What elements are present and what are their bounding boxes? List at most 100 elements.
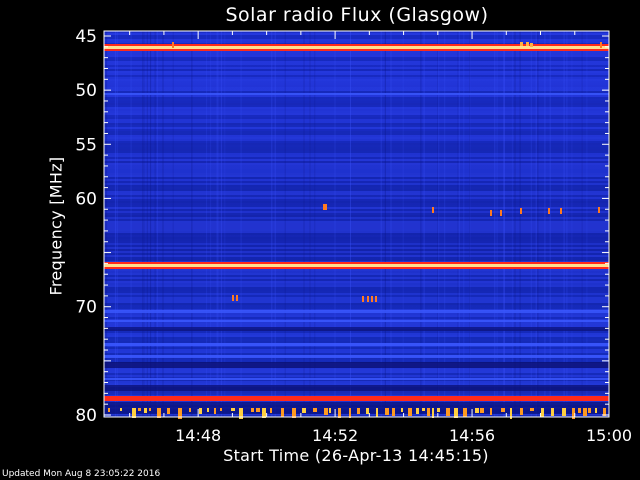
texture-stripe	[104, 279, 609, 281]
texture-stripe	[104, 307, 609, 309]
texture-streak	[334, 31, 336, 417]
burst-mark	[526, 42, 529, 46]
texture-stripe	[104, 155, 609, 157]
texture-stripe	[104, 305, 609, 307]
texture-stripe	[104, 71, 609, 73]
texture-streak	[463, 31, 465, 417]
burst-mark	[392, 408, 395, 416]
texture-streak	[172, 31, 174, 417]
texture-stripe	[104, 37, 609, 39]
texture-stripe	[104, 55, 609, 57]
burst-mark	[120, 408, 122, 411]
texture-stripe	[104, 323, 609, 325]
texture-stripe	[104, 175, 609, 177]
x-tick-label: 14:52	[312, 426, 358, 445]
texture-stripe	[104, 285, 609, 287]
texture-streak	[240, 31, 242, 417]
texture-stripe	[104, 95, 609, 97]
texture-stripe	[104, 161, 609, 163]
burst-mark	[214, 408, 216, 414]
blue-band	[104, 343, 609, 346]
texture-stripe	[104, 233, 609, 235]
texture-stripe	[104, 67, 609, 69]
burst-mark	[490, 408, 492, 415]
texture-streak	[150, 31, 152, 417]
texture-streak	[130, 31, 132, 417]
texture-stripe	[104, 195, 609, 197]
y-tick-label: 45	[75, 27, 97, 47]
texture-stripe	[104, 145, 609, 147]
texture-stripe	[104, 221, 609, 223]
spectrogram-area	[104, 31, 609, 419]
texture-stripe	[104, 295, 609, 297]
texture-streak	[390, 31, 392, 417]
texture-stripe	[104, 91, 609, 93]
burst-mark	[588, 408, 591, 413]
texture-stripe	[104, 205, 609, 207]
texture-stripe	[104, 325, 609, 327]
texture-stripe	[104, 181, 609, 183]
texture-stripe	[104, 281, 609, 283]
burst-mark	[548, 208, 550, 214]
burst-mark	[172, 42, 174, 48]
texture-stripe	[104, 257, 609, 259]
texture-stripe	[104, 269, 609, 271]
burst-mark	[401, 408, 403, 412]
texture-stripe	[104, 289, 609, 291]
texture-stripe	[104, 187, 609, 189]
burst-mark	[323, 204, 325, 210]
burst-mark	[138, 408, 141, 411]
texture-stripe	[104, 103, 609, 105]
texture-streak	[220, 31, 222, 417]
texture-stripe	[104, 277, 609, 279]
texture-stripe	[104, 229, 609, 231]
texture-stripe	[104, 151, 609, 153]
texture-stripe	[104, 347, 609, 349]
texture-stripe	[104, 105, 609, 107]
dark-band	[104, 362, 609, 368]
y-tick-label: 80	[75, 406, 97, 426]
texture-stripe	[104, 111, 609, 113]
burst-mark	[375, 296, 377, 302]
burst-mark	[189, 408, 191, 412]
texture-stripe	[104, 137, 609, 139]
texture-streak	[206, 31, 208, 417]
texture-streak	[537, 31, 539, 417]
hot-line-46mhz-core	[104, 46, 609, 49]
texture-streak	[420, 31, 422, 417]
texture-streak	[563, 31, 565, 417]
texture-stripe	[104, 287, 609, 289]
texture-streak	[210, 31, 212, 417]
hot-line-78mhz	[104, 396, 609, 401]
texture-streak	[438, 31, 440, 417]
texture-stripe	[104, 235, 609, 237]
texture-stripe	[104, 59, 609, 61]
texture-stripe	[104, 131, 609, 133]
burst-mark	[416, 408, 419, 414]
texture-stripe	[104, 313, 609, 315]
texture-stripe	[104, 275, 609, 277]
texture-stripe	[104, 41, 609, 43]
burst-mark	[480, 408, 484, 413]
texture-stripe	[104, 245, 609, 247]
texture-stripe	[104, 351, 609, 353]
texture-stripe	[104, 169, 609, 171]
texture-stripe	[104, 391, 609, 393]
texture-streak	[217, 31, 219, 417]
texture-stripe	[104, 165, 609, 167]
burst-mark	[437, 408, 440, 412]
texture-stripe	[104, 203, 609, 205]
texture-stripe	[104, 143, 609, 145]
texture-streak	[494, 31, 496, 417]
burst-mark	[231, 408, 235, 411]
texture-stripe	[104, 77, 609, 79]
burst-mark	[595, 408, 597, 413]
burst-mark	[520, 42, 523, 46]
texture-stripe	[104, 133, 609, 135]
texture-stripe	[104, 107, 609, 109]
burst-mark	[362, 296, 364, 302]
blue-band	[104, 320, 609, 322]
texture-stripe	[104, 85, 609, 87]
texture-stripe	[104, 171, 609, 173]
texture-stripe	[104, 147, 609, 149]
